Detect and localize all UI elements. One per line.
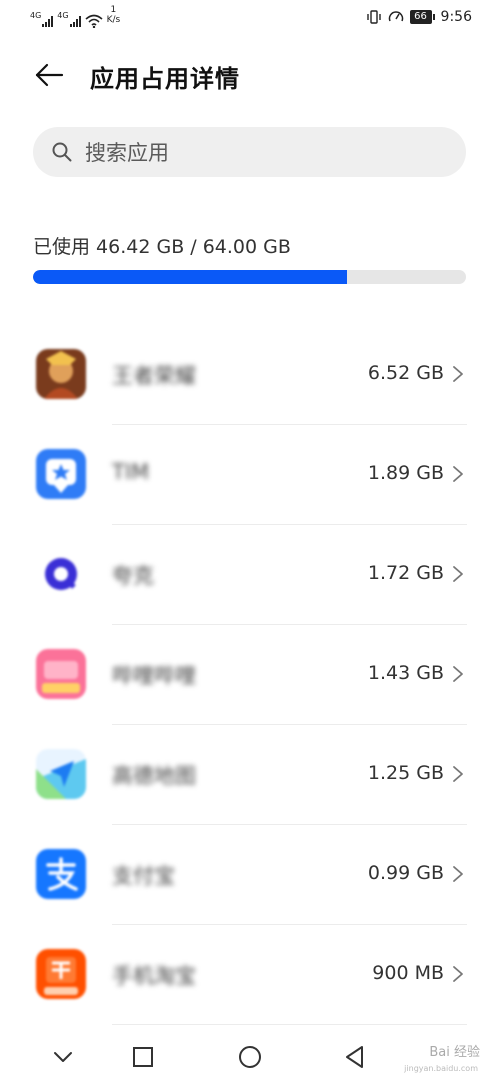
chevron-right-icon <box>453 666 463 682</box>
battery-level: 66 <box>409 10 432 24</box>
app-size: 1.89 GB <box>367 462 444 484</box>
chevron-right-icon <box>453 466 463 482</box>
vibrate-icon <box>366 10 381 24</box>
home-circle-icon[interactable] <box>235 1042 265 1072</box>
taobao-icon <box>36 949 86 999</box>
battery-icon: 66 <box>409 10 435 24</box>
watermark-domain: jingyan.baidu.com <box>404 1064 478 1073</box>
alipay-icon <box>36 849 86 899</box>
divider <box>112 1024 467 1025</box>
storage-used-label: 已使用 46.42 GB / 64.00 GB <box>33 236 291 258</box>
list-item-app[interactable]: 夸克 1.72 GB <box>0 525 500 625</box>
app-name: TIM <box>112 460 150 484</box>
chevron-right-icon <box>453 766 463 782</box>
tim-icon <box>36 449 86 499</box>
app-name: 高德地图 <box>112 764 196 788</box>
gauge-icon <box>388 11 403 22</box>
app-size: 1.43 GB <box>367 662 444 684</box>
quark-icon <box>36 549 86 599</box>
bilibili-icon <box>36 649 86 699</box>
signal-bars-icon <box>42 15 54 27</box>
amap-icon <box>36 749 86 799</box>
chevron-right-icon <box>453 366 463 382</box>
app-size: 6.52 GB <box>367 362 444 384</box>
page-title: 应用占用详情 <box>90 65 240 93</box>
game-icon <box>36 349 86 399</box>
app-size: 1.25 GB <box>367 762 444 784</box>
list-item-app[interactable]: TIM 1.89 GB <box>0 425 500 525</box>
app-name: 哔哩哔哩 <box>112 664 196 688</box>
chevron-right-icon <box>453 866 463 882</box>
app-name: 支付宝 <box>112 864 175 888</box>
search-input[interactable] <box>83 133 447 173</box>
app-name: 王者荣耀 <box>112 364 196 388</box>
app-size: 0.99 GB <box>367 862 444 884</box>
list-item-app[interactable]: 王者荣耀 6.52 GB <box>0 325 500 425</box>
app-size: 900 MB <box>372 962 444 984</box>
storage-progress-bar <box>33 270 466 284</box>
signal-2: 4G <box>57 11 81 27</box>
list-item-app[interactable]: 支付宝 0.99 GB <box>0 825 500 925</box>
arrow-left-icon[interactable] <box>32 58 66 92</box>
list-item-app[interactable]: 高德地图 1.25 GB <box>0 725 500 825</box>
app-name: 夸克 <box>112 564 154 588</box>
net-speed-value: 1 <box>110 5 117 15</box>
clock: 9:56 <box>440 9 472 25</box>
wifi-icon <box>85 14 103 28</box>
app-list: 王者荣耀 6.52 GB TIM 1.89 GB 夸克 1.72 GB 哔哩哔哩… <box>0 325 500 1025</box>
app-bar: 应用占用详情 <box>0 48 500 104</box>
chevron-right-icon <box>453 566 463 582</box>
app-name: 手机淘宝 <box>112 964 196 988</box>
net-speed-unit: K/s <box>106 15 121 25</box>
network-type-2: 4G <box>57 11 69 20</box>
status-bar: 4G 4G 1 K/s 66 9:56 <box>0 0 500 36</box>
chevron-right-icon <box>453 966 463 982</box>
net-speed: 1 K/s <box>107 5 121 25</box>
signal-1: 4G <box>30 11 54 27</box>
list-item-app[interactable]: 手机淘宝 900 MB <box>0 925 500 1025</box>
search-box[interactable] <box>33 127 466 177</box>
back-triangle-icon[interactable] <box>340 1042 370 1072</box>
app-size: 1.72 GB <box>367 562 444 584</box>
search-icon <box>52 142 72 162</box>
watermark-brand: Bai 经验 <box>429 1045 480 1060</box>
chevron-down-icon[interactable] <box>48 1042 78 1072</box>
recents-square-icon[interactable] <box>128 1042 158 1072</box>
system-nav-bar <box>0 1030 500 1084</box>
network-type-1: 4G <box>30 11 42 20</box>
signal-bars-icon <box>69 15 81 27</box>
list-item-app[interactable]: 哔哩哔哩 1.43 GB <box>0 625 500 725</box>
storage-progress-fill <box>33 270 347 284</box>
